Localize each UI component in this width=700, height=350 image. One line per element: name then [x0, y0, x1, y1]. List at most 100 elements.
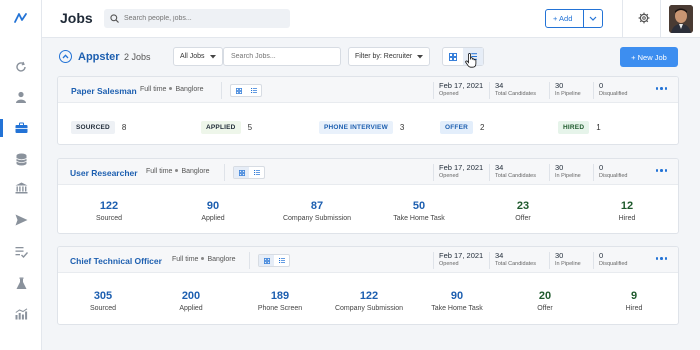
opened-label: Opened: [439, 91, 459, 97]
stat-offer[interactable]: 20 Offer: [500, 290, 590, 312]
stat-number: 12: [620, 200, 634, 212]
stage-applied[interactable]: APPLIED 5: [201, 121, 252, 134]
stat-applied[interactable]: 90 Applied: [168, 200, 258, 222]
grid-view-button[interactable]: [443, 48, 463, 65]
job-card-header: Paper Salesman Full time Banglore Feb 17,…: [58, 77, 678, 103]
stat-label: Phone Screen: [257, 305, 303, 312]
filter-select-label: Filter by: Recruiter: [355, 53, 413, 60]
disqualified-label: Disqualified: [599, 173, 628, 179]
search-jobs[interactable]: [223, 47, 341, 66]
stage-offer[interactable]: OFFER 2: [440, 121, 484, 134]
logo-icon[interactable]: [13, 10, 29, 26]
header-divider: [549, 252, 550, 269]
chevron-up-icon[interactable]: [59, 50, 72, 63]
job-card-header: User Researcher Full time Banglore Feb 17…: [58, 159, 678, 185]
jobs-subheader: Appster 2 Jobs All Jobs Filter by: Recru…: [42, 38, 700, 76]
header-divider: [433, 252, 434, 269]
stat-label: Sourced: [95, 215, 123, 222]
job-card: Paper Salesman Full time Banglore Feb 17,…: [57, 76, 679, 145]
analytics-icon[interactable]: [13, 306, 29, 322]
add-button-label: + Add: [553, 14, 573, 23]
total-candidates-label: Total Candidates: [495, 173, 536, 179]
stat-sourced[interactable]: 122 Sourced: [64, 200, 154, 222]
more-options-icon[interactable]: [655, 87, 667, 90]
header-divider: [593, 164, 594, 181]
separator-dot: [201, 257, 205, 260]
person-icon[interactable]: [13, 89, 29, 105]
job-location: Banglore: [175, 86, 204, 93]
job-title[interactable]: User Researcher: [70, 168, 138, 178]
avatar[interactable]: [669, 5, 693, 33]
grid-icon: [449, 52, 457, 61]
checklist-icon[interactable]: [13, 244, 29, 260]
more-options-icon[interactable]: [655, 257, 667, 260]
disqualified-meta: 0 Disqualified: [599, 81, 627, 97]
job-meta: Full time Banglore: [146, 168, 209, 175]
flask-icon[interactable]: [13, 275, 29, 291]
stat-number: 305: [93, 290, 113, 302]
list-view-button[interactable]: [274, 255, 289, 266]
opened-label: Opened: [439, 173, 459, 179]
stat-label: Company Submission: [334, 305, 404, 312]
opened-date: Feb 17, 2021: [439, 251, 484, 260]
stat-take-home-task[interactable]: 90 Take Home Task: [412, 290, 502, 312]
stat-hired[interactable]: 9 Hired: [589, 290, 678, 312]
grid-view-button[interactable]: [231, 85, 246, 96]
stat-company-submission[interactable]: 87 Company Submission: [272, 200, 362, 222]
more-options-icon[interactable]: [655, 169, 667, 172]
job-title[interactable]: Paper Salesman: [71, 86, 137, 96]
database-icon[interactable]: [13, 151, 29, 167]
org-name[interactable]: Appster: [78, 51, 120, 63]
caret-down-icon: [209, 54, 216, 59]
history-icon[interactable]: [13, 59, 29, 75]
global-search-input[interactable]: [124, 15, 284, 22]
stage-hired[interactable]: HIRED 1: [558, 121, 601, 134]
header-divider: [221, 82, 222, 99]
card-view-toggle: [233, 166, 265, 179]
stage-phone-interview[interactable]: PHONE INTERVIEW 3: [319, 121, 404, 134]
search-jobs-input[interactable]: [224, 48, 334, 65]
stat-number: 90: [450, 290, 464, 302]
list-view-button[interactable]: [249, 167, 264, 178]
job-title[interactable]: Chief Technical Officer: [70, 256, 162, 266]
stat-number: 122: [99, 200, 119, 212]
stat-hired[interactable]: 12 Hired: [582, 200, 672, 222]
opened-date: Feb 17, 2021: [439, 81, 484, 90]
add-button[interactable]: + Add: [545, 9, 603, 28]
stage-count: 2: [480, 123, 485, 132]
filter-select[interactable]: Filter by: Recruiter: [348, 47, 431, 66]
in-pipeline-meta: 30 In Pipeline: [555, 81, 581, 97]
send-icon[interactable]: [13, 212, 29, 228]
gear-icon[interactable]: [638, 12, 650, 24]
card-view-toggle: [258, 254, 290, 267]
all-jobs-select[interactable]: All Jobs: [173, 47, 223, 66]
list-icon: [253, 170, 260, 175]
stat-take-home-task[interactable]: 50 Take Home Task: [374, 200, 464, 222]
stat-label: Offer: [515, 215, 531, 222]
stage-tag: SOURCED: [71, 121, 115, 134]
bank-icon[interactable]: [13, 180, 29, 196]
stat-applied[interactable]: 200 Applied: [146, 290, 236, 312]
stat-company-submission[interactable]: 122 Company Submission: [324, 290, 414, 312]
grid-view-button[interactable]: [259, 255, 274, 266]
global-search[interactable]: [104, 9, 290, 28]
list-view-button[interactable]: [246, 85, 261, 96]
header-divider: [489, 82, 490, 99]
chevron-down-icon[interactable]: [584, 16, 602, 21]
stage-sourced[interactable]: SOURCED 8: [71, 121, 126, 134]
disqualified-meta: 0 Disqualified: [599, 163, 627, 179]
total-candidates-value: 34: [495, 81, 504, 90]
disqualified-value: 0: [599, 251, 604, 260]
sidebar: [0, 0, 42, 350]
stat-number: 122: [359, 290, 379, 302]
briefcase-icon[interactable]: [13, 120, 29, 136]
grid-view-button[interactable]: [234, 167, 249, 178]
stage-tag: PHONE INTERVIEW: [319, 121, 393, 134]
stat-offer[interactable]: 23 Offer: [478, 200, 568, 222]
stat-sourced[interactable]: 305 Sourced: [58, 290, 148, 312]
view-toggle: [442, 47, 484, 66]
new-job-button[interactable]: + New Job: [620, 47, 678, 67]
stat-label: Hired: [618, 215, 636, 222]
total-candidates-label: Total Candidates: [495, 261, 536, 267]
stat-phone-screen[interactable]: 189 Phone Screen: [235, 290, 325, 312]
